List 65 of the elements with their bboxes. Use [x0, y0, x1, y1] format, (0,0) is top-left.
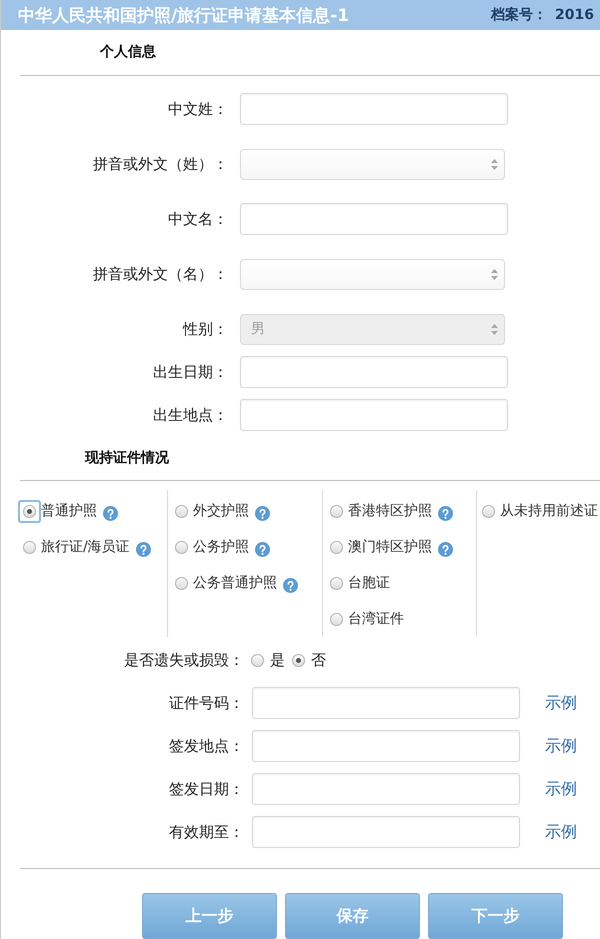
help-icon[interactable]: [283, 578, 298, 592]
input-field[interactable]: [252, 773, 520, 805]
option-label[interactable]: 是: [270, 650, 285, 670]
section-heading: 现持证件情况: [85, 450, 169, 466]
page-title: 中华人民共和国护照/旅行证申请基本信息-1: [18, 4, 350, 26]
radio-button[interactable]: [330, 540, 343, 554]
example-link[interactable]: 示例: [545, 822, 577, 842]
option-label[interactable]: 台胞证: [348, 574, 390, 592]
field-label: 出生地点：: [153, 406, 228, 424]
input-field[interactable]: [240, 93, 508, 125]
input-field[interactable]: [240, 203, 508, 235]
help-icon[interactable]: [438, 506, 453, 520]
field-label: 拼音或外文（姓）：: [93, 154, 228, 172]
select-arrows-icon: [491, 268, 498, 280]
field-label: 是否遗失或损毁：: [124, 650, 244, 668]
field-label: 签发地点：: [169, 736, 244, 754]
option-label[interactable]: 公务护照: [193, 538, 249, 556]
option-label[interactable]: 外交护照: [193, 502, 249, 520]
field-label: 性别：: [183, 320, 228, 338]
field-label: 签发日期：: [169, 780, 244, 798]
section-heading: 个人信息: [100, 44, 156, 60]
example-link[interactable]: 示例: [545, 736, 577, 756]
radio-button[interactable]: [175, 576, 188, 590]
input-field[interactable]: [252, 687, 520, 719]
help-icon[interactable]: [255, 506, 270, 520]
input-field[interactable]: [252, 816, 520, 848]
radio-button[interactable]: [175, 504, 188, 518]
input-field[interactable]: [240, 356, 508, 388]
radio-button[interactable]: [292, 654, 305, 666]
radio-button[interactable]: [330, 612, 343, 626]
radio-button[interactable]: [23, 540, 36, 554]
help-icon[interactable]: [255, 542, 270, 556]
option-label[interactable]: 台湾证件: [348, 610, 404, 628]
radio-button[interactable]: [175, 540, 188, 554]
example-link[interactable]: 示例: [545, 778, 577, 800]
field-label: 拼音或外文（名）：: [93, 264, 228, 282]
option-label[interactable]: 香港特区护照: [348, 502, 432, 520]
file-number: 2016: [555, 7, 594, 23]
radio-button[interactable]: [251, 654, 264, 666]
radio-button[interactable]: [330, 576, 343, 590]
radio-button[interactable]: [330, 504, 343, 518]
field-label: 有效期至：: [169, 822, 244, 840]
select-field[interactable]: [240, 148, 505, 180]
help-icon[interactable]: [136, 542, 151, 556]
help-icon[interactable]: [438, 542, 453, 556]
file-number-label: 档案号：: [491, 6, 548, 24]
option-label[interactable]: 澳门特区护照: [348, 538, 432, 556]
field-label: 证件号码：: [169, 694, 244, 712]
input-field[interactable]: [252, 730, 520, 762]
radio-button[interactable]: [482, 504, 495, 518]
select-field[interactable]: [240, 258, 505, 290]
field-label: 出生日期：: [153, 362, 228, 380]
option-label[interactable]: 普通护照: [41, 502, 97, 520]
radio-button[interactable]: [18, 500, 41, 522]
select-arrows-icon: [491, 158, 498, 170]
field-label: 中文姓：: [168, 100, 228, 118]
option-label[interactable]: 否: [311, 650, 326, 670]
field-label: 中文名：: [168, 210, 228, 228]
option-label[interactable]: 旅行证/海员证: [41, 538, 130, 556]
example-link[interactable]: 示例: [545, 692, 577, 714]
option-label[interactable]: 从未持用前述证: [500, 502, 598, 520]
help-icon[interactable]: [103, 506, 118, 520]
input-field[interactable]: [240, 399, 508, 431]
option-label[interactable]: 公务普通护照: [193, 574, 277, 592]
select-arrows-icon: [491, 324, 498, 334]
